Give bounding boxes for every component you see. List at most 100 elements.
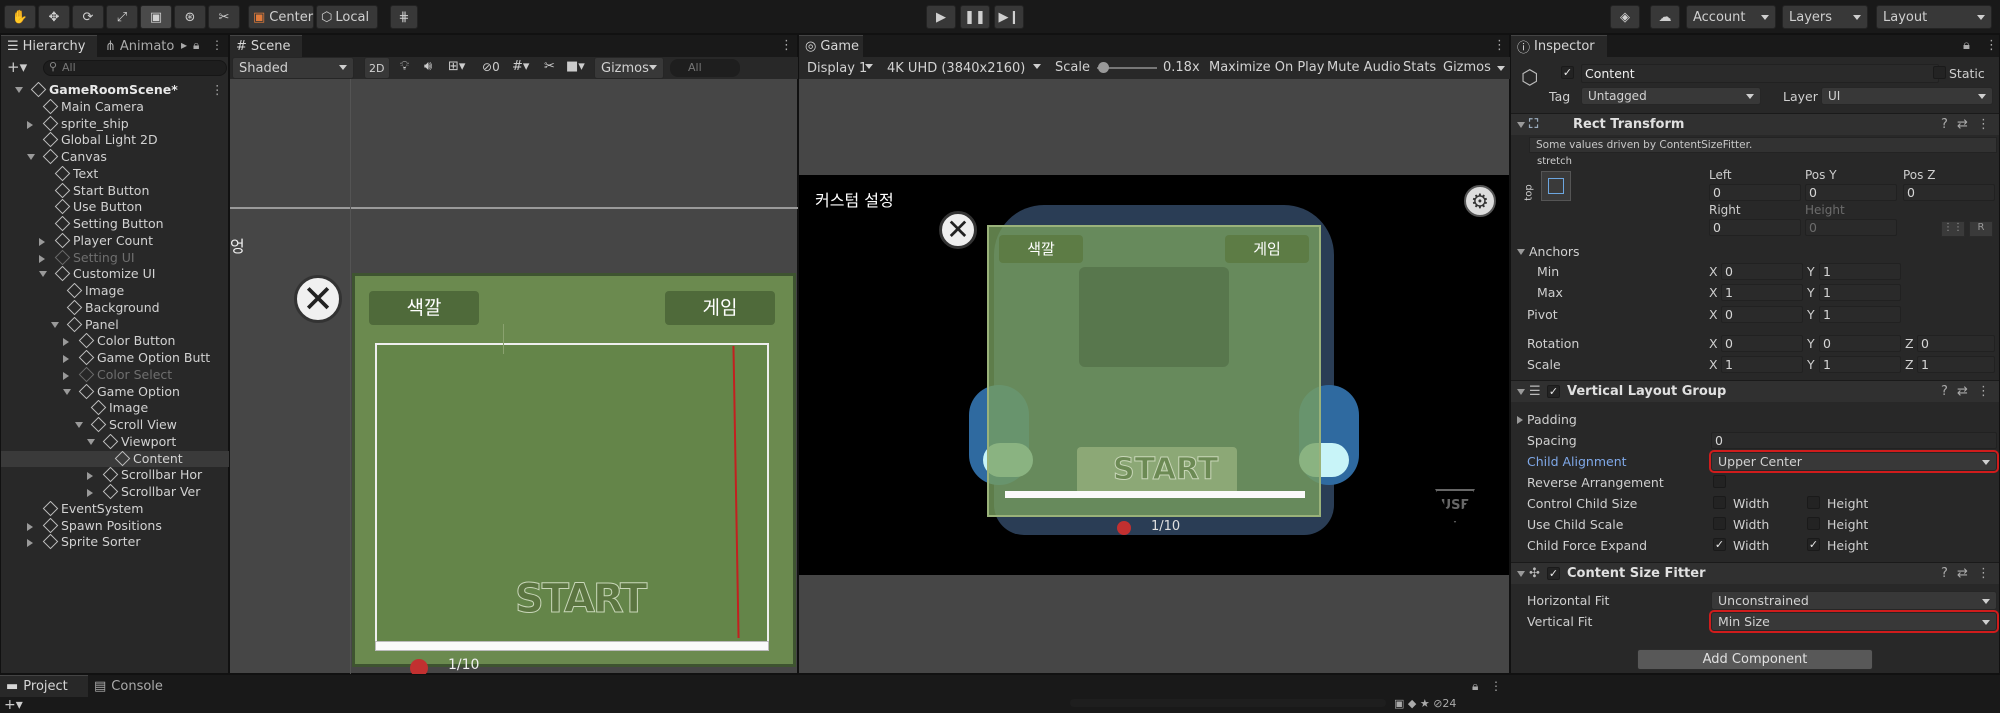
play-button[interactable]: ▶ <box>926 5 956 29</box>
scale-tool-icon[interactable]: ⤢ <box>106 5 138 29</box>
color-tab-button[interactable]: 색깔 <box>999 235 1083 263</box>
menu-icon[interactable]: ⋮ <box>1977 384 1990 399</box>
layer-dropdown[interactable]: UI <box>1821 87 1993 105</box>
add-button[interactable]: +▾ <box>4 697 23 713</box>
scale-slider-thumb[interactable] <box>1098 62 1109 73</box>
collapsed-arrow-icon[interactable] <box>87 489 93 497</box>
component-enabled-checkbox[interactable]: ✓ <box>1547 567 1560 580</box>
expanded-arrow-icon[interactable] <box>63 388 71 395</box>
padding-foldout[interactable]: Padding <box>1517 412 1577 427</box>
anchor-min-x-field[interactable]: 0 <box>1721 263 1803 280</box>
expanded-arrow-icon[interactable] <box>27 154 35 160</box>
add-button[interactable]: +▾ <box>7 58 27 76</box>
customize-panel[interactable]: 색깔 게임 START <box>352 273 796 667</box>
account-dropdown[interactable]: Account <box>1686 5 1776 29</box>
hand-tool-icon[interactable]: ✋ <box>4 5 36 29</box>
audio-icon[interactable]: 🔊︎ <box>424 59 432 74</box>
force-expand-width-checkbox[interactable]: ✓ <box>1713 538 1726 551</box>
transform-tool-icon[interactable]: ⊛ <box>174 5 206 29</box>
rotation-y-field[interactable]: 0 <box>1819 335 1901 352</box>
camera-icon[interactable]: ■▾ <box>566 59 585 74</box>
active-checkbox[interactable]: ✓ <box>1561 66 1574 79</box>
hierarchy-item[interactable]: EventSystem <box>1 500 230 517</box>
anchor-max-y-field[interactable]: 1 <box>1819 284 1901 301</box>
expanded-arrow-icon[interactable] <box>87 438 95 445</box>
rotate-tool-icon[interactable]: ⟳ <box>72 5 104 29</box>
scale-x-field[interactable]: 1 <box>1721 356 1803 373</box>
rect-transform-header[interactable]: ⛶ Rect Transform ? ⇄ ⋮ <box>1511 113 1999 135</box>
reverse-arrangement-checkbox[interactable] <box>1713 475 1726 488</box>
anchors-foldout[interactable]: Anchors <box>1517 244 1580 259</box>
grid-snap-icon[interactable]: ⋕ <box>390 5 418 29</box>
hierarchy-item[interactable]: Main Camera <box>1 98 230 115</box>
layout-dropdown[interactable]: Layout <box>1876 5 1992 29</box>
shading-mode-dropdown[interactable]: Shaded <box>232 57 354 79</box>
collapsed-arrow-icon[interactable] <box>63 355 69 363</box>
left-field[interactable]: 0 <box>1709 184 1801 201</box>
hierarchy-item[interactable]: Text <box>1 165 230 182</box>
cloud-icon[interactable]: ☁ <box>1650 5 1680 29</box>
anchor-max-x-field[interactable]: 1 <box>1721 284 1803 301</box>
lock-icon[interactable]: 🔒︎ <box>1472 679 1478 694</box>
collapsed-arrow-icon[interactable] <box>39 237 45 246</box>
pivot-center-button[interactable]: ▣ Center <box>248 5 314 29</box>
right-field[interactable]: 0 <box>1709 219 1801 236</box>
tab-animator[interactable]: ⋔ Animato <box>99 35 181 57</box>
scene-search-input[interactable]: All <box>670 59 740 77</box>
hierarchy-item[interactable]: Game Option Butt <box>1 350 230 366</box>
display-dropdown[interactable]: Display 1 <box>801 57 879 79</box>
hierarchy-item[interactable]: Setting UI <box>1 249 230 266</box>
rect-tool-icon[interactable]: ▣ <box>140 5 172 29</box>
vertical-layout-group-header[interactable]: ☰ ✓ Vertical Layout Group ? ⇄ ⋮ <box>1511 380 1999 402</box>
mute-audio-toggle[interactable]: Mute Audio <box>1327 60 1401 75</box>
expanded-arrow-icon[interactable] <box>39 271 47 278</box>
use-scale-width-checkbox[interactable] <box>1713 517 1726 530</box>
force-expand-height-checkbox[interactable]: ✓ <box>1807 538 1820 551</box>
preset-icon[interactable]: ⇄ <box>1957 384 1968 399</box>
settings-gear-icon[interactable]: ⚙ <box>1464 185 1496 217</box>
hierarchy-item[interactable]: Sprite Sorter <box>1 534 230 550</box>
mode-2d-toggle[interactable]: 2D <box>364 57 390 79</box>
tab-hierarchy[interactable]: ☰ Hierarchy <box>1 35 97 57</box>
rotation-x-field[interactable]: 0 <box>1721 335 1803 352</box>
blueprint-mode-button[interactable]: ⋮⋮ <box>1941 221 1965 237</box>
maximize-on-play-toggle[interactable]: Maximize On Play <box>1209 60 1324 75</box>
preset-icon[interactable]: ⇄ <box>1957 566 1968 581</box>
tab-console[interactable]: ▤ Console <box>88 675 178 697</box>
customize-panel[interactable]: 색깔 게임 START <box>987 225 1321 517</box>
hierarchy-item[interactable]: Global Light 2D <box>1 132 230 148</box>
preset-icon[interactable]: ⇄ <box>1957 117 1968 132</box>
menu-icon[interactable]: ⋮ <box>211 38 223 52</box>
lock-icon[interactable]: 🔒︎ <box>193 38 199 53</box>
menu-icon[interactable]: ⋮ <box>1977 566 1990 581</box>
resolution-dropdown[interactable]: 4K UHD (3840x2160) <box>881 57 1047 79</box>
use-button-text[interactable]: USE <box>1435 489 1475 523</box>
chevron-down-icon[interactable] <box>1497 66 1505 71</box>
hierarchy-item[interactable]: Spawn Positions <box>1 517 230 534</box>
content-size-fitter-header[interactable]: ✣ ✓ Content Size Fitter ? ⇄ ⋮ <box>1511 562 1999 584</box>
control-size-height-checkbox[interactable] <box>1807 496 1820 509</box>
scrollbar-horizontal[interactable] <box>1005 491 1305 498</box>
game-gizmos-toggle[interactable]: Gizmos <box>1443 60 1491 75</box>
hierarchy-item[interactable]: Color Button <box>1 333 230 349</box>
help-icon[interactable]: ? <box>1941 566 1948 581</box>
pivot-x-field[interactable]: 0 <box>1721 306 1803 323</box>
move-tool-icon[interactable]: ✥ <box>38 5 70 29</box>
help-icon[interactable]: ? <box>1941 117 1948 132</box>
grid-icon[interactable]: #▾ <box>512 59 529 74</box>
scale-z-field[interactable]: 1 <box>1917 356 1995 373</box>
rotation-z-field[interactable]: 0 <box>1917 335 1995 352</box>
horizontal-fit-dropdown[interactable]: Unconstrained <box>1711 591 1997 610</box>
pause-button[interactable]: ❚❚ <box>960 5 990 29</box>
game-tab-button[interactable]: 게임 <box>1225 235 1309 263</box>
effects-icon[interactable]: ⊞▾ <box>448 59 465 74</box>
collapsed-arrow-icon[interactable] <box>27 522 33 531</box>
object-name-field[interactable]: Content <box>1581 64 1939 83</box>
hidden-objects-icon[interactable]: ⊘0 <box>482 60 500 74</box>
scrollbar-horizontal[interactable] <box>375 641 769 651</box>
game-tab-button[interactable]: 게임 <box>665 291 775 325</box>
color-tab-button[interactable]: 색깔 <box>369 291 479 325</box>
tab-game[interactable]: ◎ Game <box>799 35 863 57</box>
menu-icon[interactable]: ⋮ <box>1490 679 1502 693</box>
tab-project[interactable]: ▬ Project <box>0 675 88 697</box>
